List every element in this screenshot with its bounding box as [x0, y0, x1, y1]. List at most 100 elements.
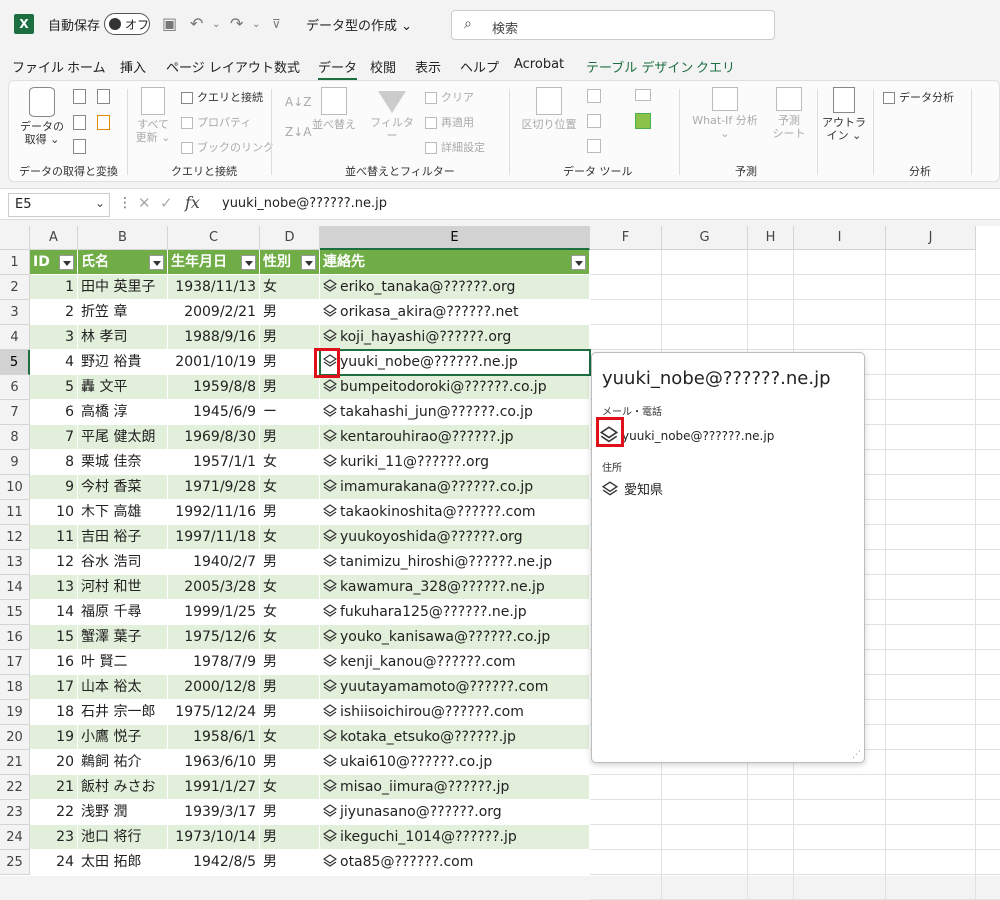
row-header[interactable]: 11	[0, 500, 30, 525]
insert-function-icon[interactable]: fx	[185, 193, 200, 212]
row-header[interactable]: 15	[0, 600, 30, 625]
whatif-button[interactable]: What-If 分析 ⌄	[685, 87, 765, 140]
data-type-icon[interactable]	[323, 329, 337, 343]
data-type-icon[interactable]	[323, 454, 337, 468]
table-cell[interactable]: 女	[260, 525, 320, 550]
refresh-all-button[interactable]: すべて 更新 ⌄	[133, 87, 173, 144]
table-cell[interactable]: 高橋 淳	[78, 400, 168, 425]
table-cell[interactable]: ukai610@??????.co.jp	[320, 750, 590, 775]
table-cell[interactable]: kuriki_11@??????.org	[320, 450, 590, 475]
table-cell[interactable]: kenji_kanou@??????.com	[320, 650, 590, 675]
table-cell[interactable]: 1997/11/18	[168, 525, 260, 550]
table-cell[interactable]: 1958/6/1	[168, 725, 260, 750]
table-cell[interactable]: 太田 拓郎	[78, 850, 168, 875]
table-cell[interactable]: 23	[30, 825, 78, 850]
recent-sources-icon[interactable]	[97, 89, 110, 104]
table-cell[interactable]: 男	[260, 550, 320, 575]
table-cell[interactable]: 1975/12/6	[168, 625, 260, 650]
table-cell[interactable]: 1975/12/24	[168, 700, 260, 725]
table-cell[interactable]: 2	[30, 300, 78, 325]
data-type-icon[interactable]	[323, 579, 337, 593]
data-type-icon[interactable]	[323, 604, 337, 618]
clear-button[interactable]: クリア	[425, 89, 474, 105]
filter-dropdown-icon[interactable]	[301, 255, 316, 270]
table-header-cell[interactable]: 氏名	[78, 250, 168, 275]
table-cell[interactable]: 蟹澤 葉子	[78, 625, 168, 650]
table-cell[interactable]: yuutayamamoto@??????.com	[320, 675, 590, 700]
table-cell[interactable]: 男	[260, 650, 320, 675]
row-header[interactable]: 8	[0, 425, 30, 450]
table-cell[interactable]: 1999/1/25	[168, 600, 260, 625]
customize-qat-icon[interactable]: ⊽	[272, 17, 281, 31]
query-connect-button[interactable]: クエリと接続	[181, 89, 263, 105]
row-header[interactable]: 16	[0, 625, 30, 650]
row-header[interactable]: 22	[0, 775, 30, 800]
table-cell[interactable]: 2005/3/28	[168, 575, 260, 600]
row-header[interactable]: 13	[0, 550, 30, 575]
table-cell[interactable]: 石井 宗一郎	[78, 700, 168, 725]
enter-icon[interactable]: ✓	[160, 194, 173, 212]
column-header-d[interactable]: D	[260, 226, 320, 250]
row-header[interactable]: 5	[0, 350, 30, 375]
filter-dropdown-icon[interactable]	[241, 255, 256, 270]
table-cell[interactable]: 21	[30, 775, 78, 800]
undo-dropdown-icon[interactable]: ⌄	[212, 19, 220, 30]
table-cell[interactable]: 男	[260, 750, 320, 775]
get-data-button[interactable]: データの 取得 ⌄	[19, 87, 65, 146]
column-header-e[interactable]: E	[320, 226, 590, 250]
table-cell[interactable]: youko_kanisawa@??????.co.jp	[320, 625, 590, 650]
table-cell[interactable]: jiyunasano@??????.org	[320, 800, 590, 825]
consolidate-icon[interactable]	[635, 89, 651, 101]
table-cell[interactable]: 2009/2/21	[168, 300, 260, 325]
tab-page-layout[interactable]: ページ レイアウト	[166, 57, 274, 76]
data-type-icon[interactable]	[323, 829, 337, 843]
more-options-icon[interactable]: ⋮	[118, 195, 132, 211]
table-cell[interactable]: 7	[30, 425, 78, 450]
forecast-sheet-button[interactable]: 予測 シート	[769, 87, 809, 140]
sort-button[interactable]: 並べ替え	[311, 87, 357, 131]
table-cell[interactable]: 1	[30, 275, 78, 300]
from-web-icon[interactable]	[73, 115, 86, 130]
table-cell[interactable]: 女	[260, 575, 320, 600]
column-header-i[interactable]: I	[794, 226, 886, 250]
table-cell[interactable]: 林 孝司	[78, 325, 168, 350]
table-cell[interactable]: 浅野 潤	[78, 800, 168, 825]
table-cell[interactable]: 平尾 健太朗	[78, 425, 168, 450]
table-cell[interactable]: 19	[30, 725, 78, 750]
table-cell[interactable]: 男	[260, 325, 320, 350]
table-cell[interactable]: 1992/11/16	[168, 500, 260, 525]
table-cell[interactable]: 福原 千尋	[78, 600, 168, 625]
advanced-button[interactable]: 詳細設定	[425, 139, 485, 155]
row-header[interactable]: 2	[0, 275, 30, 300]
row-header[interactable]: 4	[0, 325, 30, 350]
autosave-toggle[interactable]: オフ	[104, 13, 150, 35]
outline-button[interactable]: アウトラ イン ⌄	[821, 87, 867, 142]
data-type-icon[interactable]	[323, 379, 337, 393]
table-cell[interactable]: 14	[30, 600, 78, 625]
table-header-cell[interactable]: 生年月日	[168, 250, 260, 275]
table-cell[interactable]: 1969/8/30	[168, 425, 260, 450]
table-cell[interactable]: 16	[30, 650, 78, 675]
name-box[interactable]: E5 ⌄	[8, 193, 110, 217]
table-cell[interactable]: fukuhara125@??????.ne.jp	[320, 600, 590, 625]
data-type-icon[interactable]	[323, 854, 337, 868]
table-cell[interactable]: 女	[260, 625, 320, 650]
table-cell[interactable]: 野辺 裕貴	[78, 350, 168, 375]
table-cell[interactable]: 11	[30, 525, 78, 550]
from-table-icon[interactable]	[73, 139, 86, 154]
card-mail-field[interactable]: yuuki_nobe@??????.ne.jp	[599, 426, 774, 444]
table-header-cell[interactable]: 性別	[260, 250, 320, 275]
data-type-icon[interactable]	[323, 504, 337, 518]
table-cell[interactable]: 1940/2/7	[168, 550, 260, 575]
table-cell[interactable]: 女	[260, 450, 320, 475]
table-cell[interactable]: takaokinoshita@??????.com	[320, 500, 590, 525]
filter-dropdown-icon[interactable]	[571, 255, 586, 270]
table-cell[interactable]: 河村 和世	[78, 575, 168, 600]
table-cell[interactable]: 田中 英里子	[78, 275, 168, 300]
table-cell[interactable]: 男	[260, 375, 320, 400]
edit-links-button[interactable]: ブックのリンク	[181, 139, 274, 155]
data-type-icon[interactable]	[323, 729, 337, 743]
table-cell[interactable]: 24	[30, 850, 78, 875]
table-cell[interactable]: 女	[260, 275, 320, 300]
row-header[interactable]: 1	[0, 250, 30, 275]
